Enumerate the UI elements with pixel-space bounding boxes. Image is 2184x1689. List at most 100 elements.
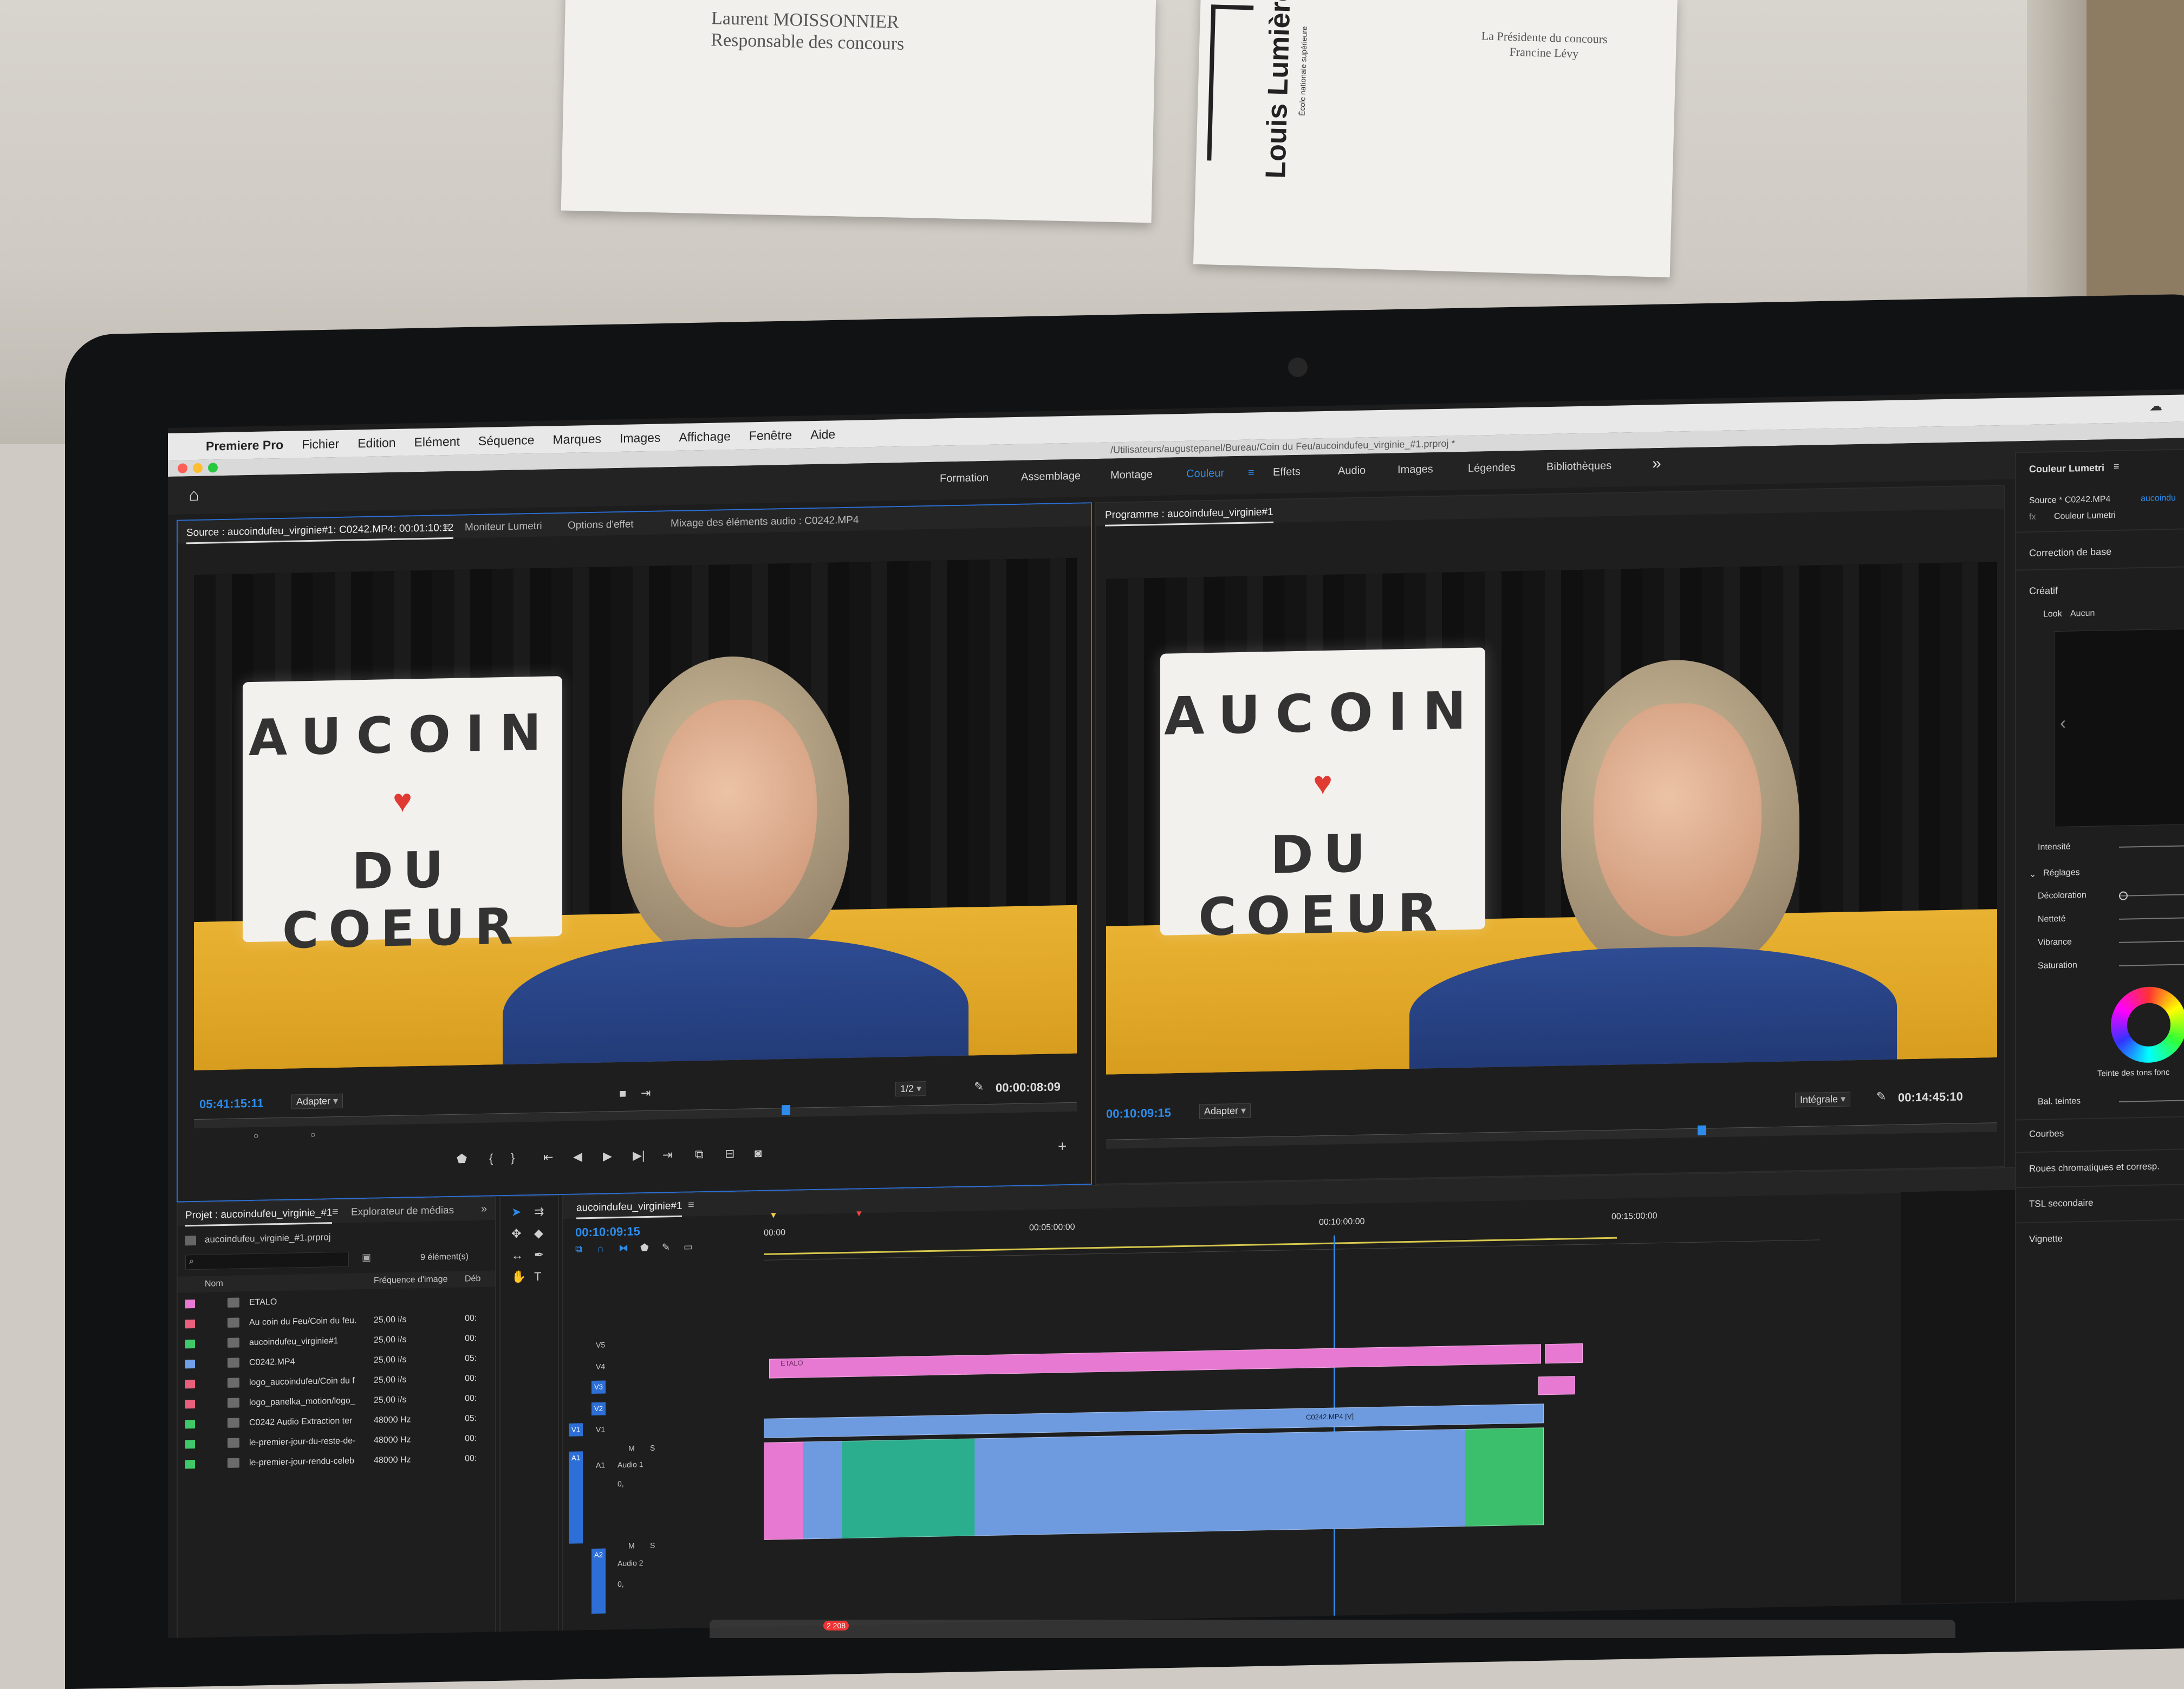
tab-program[interactable]: Programme : aucoindufeu_virginie#1 (1105, 506, 1273, 527)
insert-icon[interactable]: ⇥ (641, 1086, 651, 1100)
sequence-clip-link[interactable]: aucoindu (2141, 493, 2176, 504)
menu-element[interactable]: Elément (414, 434, 460, 450)
workspace-formation[interactable]: Formation (940, 472, 989, 485)
label-color-swatch[interactable] (185, 1440, 195, 1449)
tab-effect-options[interactable]: Options d'effet (568, 518, 634, 531)
timeline-timecode[interactable]: 00:10:09:15 (575, 1224, 640, 1239)
clip-etalo-end[interactable] (1545, 1343, 1583, 1364)
workspace-audio[interactable]: Audio (1338, 465, 1366, 478)
overwrite-clip-icon[interactable]: ⊟ (725, 1147, 734, 1161)
menu-edition[interactable]: Edition (358, 435, 395, 450)
label-color-swatch[interactable] (185, 1460, 195, 1469)
menu-images[interactable]: Images (620, 430, 660, 445)
section-basic-correction[interactable]: Correction de base (2029, 546, 2111, 559)
slip-tool-icon[interactable]: ↔ (511, 1248, 523, 1262)
source-patch-a1[interactable]: A1 (569, 1451, 583, 1544)
chevron-down-icon[interactable]: ⌄ (2029, 869, 2036, 880)
adjustments-toggle[interactable]: Réglages (2043, 868, 2080, 878)
menu-affichage[interactable]: Affichage (679, 429, 730, 445)
track-select-tool-icon[interactable]: ⇉ (534, 1205, 544, 1219)
program-video-frame[interactable]: AUCOIN ♥ DU COEUR (1106, 562, 1997, 1075)
workspace-menu-icon[interactable]: ≡ (1248, 466, 1254, 479)
column-frame-rate[interactable]: Fréquence d'image (374, 1275, 447, 1286)
previous-look-icon[interactable]: ‹ (2060, 713, 2066, 734)
fade-slider[interactable] (2119, 894, 2184, 897)
type-tool-icon[interactable]: T (534, 1270, 541, 1284)
source-video-frame[interactable]: AUCOIN ♥ DU COEUR (194, 557, 1077, 1071)
hand-tool-icon[interactable]: ✋ (511, 1270, 526, 1284)
intensity-slider[interactable] (2119, 845, 2184, 848)
resolution-dropdown[interactable]: 1/2 (895, 1081, 927, 1097)
work-area-bar[interactable] (764, 1237, 1617, 1255)
panel-menu-icon[interactable]: ≡ (332, 1206, 339, 1218)
panel-menu-icon[interactable]: ≡ (443, 521, 450, 534)
step-back-icon[interactable]: ◀ (573, 1149, 582, 1164)
mark-out-icon[interactable]: } (511, 1151, 515, 1165)
menu-aide[interactable]: Aide (810, 427, 835, 442)
label-color-swatch[interactable] (185, 1300, 195, 1309)
workspace-assemblage[interactable]: Assemblage (1021, 470, 1081, 484)
track-target-v2[interactable]: V2 (592, 1402, 606, 1415)
audio-volume-a1[interactable]: 0, (618, 1479, 624, 1488)
timeline-playhead[interactable] (1334, 1235, 1335, 1620)
panel-menu-icon[interactable]: ≡ (688, 1199, 694, 1211)
nest-icon[interactable]: ⧉ (575, 1243, 582, 1255)
project-search-input[interactable]: ⌕ (185, 1251, 349, 1270)
workspace-couleur[interactable]: Couleur (1186, 467, 1224, 480)
source-patch-v1[interactable]: V1 (569, 1423, 583, 1437)
shadow-tint-wheel[interactable] (2111, 986, 2184, 1064)
settings-icon[interactable]: ■ (619, 1087, 626, 1101)
tab-lumetri-monitor[interactable]: Moniteur Lumetri (465, 521, 542, 534)
column-start[interactable]: Déb (465, 1274, 480, 1284)
section-creative[interactable]: Créatif (2029, 585, 2058, 597)
captions-icon[interactable]: ▭ (684, 1241, 693, 1252)
add-marker-icon[interactable]: ⬟ (457, 1152, 467, 1166)
section-color-wheels[interactable]: Roues chromatiques et corresp. (2029, 1161, 2160, 1174)
mute-button[interactable]: M (628, 1541, 635, 1550)
solo-button[interactable]: S (650, 1541, 655, 1550)
snap-icon[interactable]: ∩ (597, 1243, 604, 1255)
tab-source[interactable]: Source : aucoindufeu_virginie#1: C0242.M… (186, 522, 454, 544)
source-playhead[interactable] (782, 1105, 790, 1115)
wrench-icon[interactable]: ✎ (1876, 1089, 1886, 1103)
label-color-swatch[interactable] (185, 1400, 195, 1409)
program-playhead[interactable] (1698, 1125, 1706, 1135)
camera-icon[interactable]: ◙ (755, 1146, 762, 1160)
program-fit-dropdown[interactable]: Adapter (1199, 1103, 1251, 1119)
source-timecode[interactable]: 05:41:15:11 (199, 1096, 264, 1112)
menu-sequence[interactable]: Séquence (478, 433, 535, 449)
workspace-overflow-button[interactable]: » (1652, 454, 1661, 473)
tab-audio-mixer[interactable]: Mixage des éléments audio : C0242.MP4 (671, 515, 859, 530)
cloud-icon[interactable]: ☁ (2149, 398, 2162, 414)
label-color-swatch[interactable] (185, 1420, 195, 1429)
ripple-edit-tool-icon[interactable]: ✥ (511, 1226, 521, 1240)
look-dropdown[interactable]: Aucun (2070, 609, 2095, 619)
look-preview[interactable]: ‹ (2054, 628, 2184, 828)
zoom-handle-left[interactable]: ○ (253, 1132, 259, 1141)
tint-balance-slider[interactable] (2119, 1100, 2184, 1102)
timeline-settings-icon[interactable]: ✎ (662, 1242, 670, 1253)
linked-selection-icon[interactable]: ⧓ (619, 1243, 628, 1254)
section-curves[interactable]: Courbes (2029, 1128, 2064, 1140)
menu-fichier[interactable]: Fichier (302, 436, 339, 451)
section-vignette[interactable]: Vignette (2029, 1233, 2063, 1245)
workspace-images[interactable]: Images (1398, 463, 1433, 476)
label-color-swatch[interactable] (185, 1380, 195, 1389)
go-to-out-icon[interactable]: ⇥ (662, 1148, 672, 1162)
add-button[interactable]: + (1058, 1138, 1067, 1155)
workspace-bibliotheques[interactable]: Bibliothèques (1546, 460, 1611, 473)
vibrance-slider[interactable] (2119, 940, 2184, 943)
tab-media-browser[interactable]: Explorateur de médias (351, 1205, 454, 1219)
program-scrubber[interactable] (1106, 1122, 1997, 1149)
fx-badge[interactable]: fx (2029, 512, 2036, 522)
source-clip-dropdown[interactable]: Source * C0242.MP4 (2029, 495, 2110, 506)
clip-audio-1[interactable] (764, 1427, 1544, 1540)
clip-v2[interactable] (1538, 1376, 1575, 1395)
go-to-in-icon[interactable]: ⇤ (543, 1150, 553, 1164)
menu-marques[interactable]: Marques (553, 431, 601, 447)
label-color-swatch[interactable] (185, 1360, 195, 1369)
tab-sequence[interactable]: aucoindufeu_virginie#1 (576, 1200, 682, 1219)
more-panels-icon[interactable]: » (481, 1203, 487, 1216)
marker-red-icon[interactable]: ▼ (855, 1209, 863, 1219)
new-bin-icon[interactable]: ▣ (362, 1252, 371, 1263)
